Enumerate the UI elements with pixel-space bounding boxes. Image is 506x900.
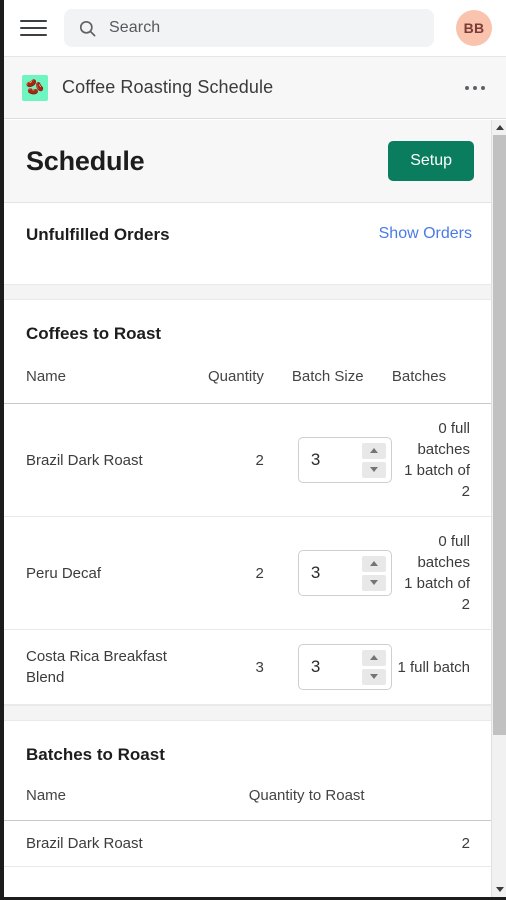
stepper-buttons (361, 551, 391, 595)
chevron-up-icon (369, 561, 378, 566)
batches-line-1: 1 full batch (397, 658, 470, 676)
stepper-buttons (361, 438, 391, 482)
chevron-up-icon (369, 655, 378, 660)
table-header-row: Name Quantity to Roast (4, 765, 492, 821)
cell-quantity: 2 (186, 403, 264, 517)
table-row: Costa Rica Breakfast Blend 3 3 1 full ba… (4, 629, 492, 705)
section-divider (4, 284, 492, 300)
section-divider (4, 705, 492, 721)
page-content: Schedule Setup Unfulfilled Orders Show O… (4, 120, 492, 867)
app-title-bar: 🫘 Coffee Roasting Schedule (4, 57, 506, 119)
batch-size-input[interactable]: 3 (299, 438, 361, 482)
table-header-row: Name Quantity Batch Size Batches (4, 344, 492, 404)
batches-to-roast-section: Batches to Roast Name Quantity to Roast … (4, 721, 492, 867)
vertical-scrollbar[interactable] (491, 120, 506, 897)
cell-batches: 0 full batches 1 batch of 2 (391, 403, 492, 517)
table-body: Brazil Dark Roast 2 3 0 full batches 1 b… (4, 403, 492, 705)
batch-size-stepper[interactable]: 3 (297, 437, 392, 483)
batch-size-input[interactable]: 3 (299, 551, 361, 595)
table-header: Name Quantity to Roast (4, 765, 492, 821)
schedule-header-card: Schedule Setup Unfulfilled Orders Show O… (4, 120, 492, 284)
table-row: Brazil Dark Roast 2 (4, 820, 492, 867)
search-placeholder-text: Search (109, 19, 161, 36)
scroll-area: Schedule Setup Unfulfilled Orders Show O… (4, 120, 506, 897)
page-title: Schedule (26, 145, 145, 176)
stepper-increment-button[interactable] (361, 555, 386, 572)
search-icon (78, 19, 97, 38)
more-options-icon[interactable] (460, 75, 490, 101)
chevron-down-icon (369, 467, 378, 472)
cell-batch-size: 3 (263, 516, 392, 630)
batches-line-1: 0 full batches (417, 533, 470, 571)
cell-coffee-name: Costa Rica Breakfast Blend (4, 629, 186, 705)
show-orders-link[interactable]: Show Orders (379, 225, 472, 243)
column-header-quantity-to-roast: Quantity to Roast (248, 765, 492, 821)
stepper-buttons (361, 645, 391, 689)
cell-coffee-name: Peru Decaf (4, 516, 186, 630)
kebab-dot (481, 85, 485, 90)
app-window: Search BB 🫘 Coffee Roasting Schedule Sch… (0, 0, 506, 900)
batch-size-stepper[interactable]: 3 (297, 550, 392, 596)
table-body: Brazil Dark Roast 2 (4, 820, 492, 867)
chevron-up-icon (369, 448, 378, 453)
coffees-to-roast-table: Name Quantity Batch Size Batches Brazil … (4, 344, 492, 705)
stepper-decrement-button[interactable] (361, 574, 386, 591)
table-header: Name Quantity Batch Size Batches (4, 344, 492, 404)
scroll-down-arrow-icon[interactable] (492, 882, 506, 897)
hamburger-line (20, 20, 47, 22)
batches-line-2: 1 batch of 2 (404, 575, 470, 613)
triangle-down-icon (495, 887, 504, 892)
coffees-to-roast-title: Coffees to Roast (26, 324, 162, 343)
cell-batches: 1 full batch (391, 629, 492, 705)
stepper-increment-button[interactable] (361, 442, 386, 459)
scroll-up-arrow-icon[interactable] (492, 120, 506, 135)
table-row: Peru Decaf 2 3 0 full batches 1 batch of… (4, 516, 492, 630)
schedule-header: Schedule Setup (4, 120, 492, 203)
column-header-quantity: Quantity (186, 344, 264, 404)
cell-quantity-to-roast: 2 (248, 820, 492, 867)
hamburger-line (20, 27, 47, 29)
batch-size-stepper[interactable]: 3 (297, 644, 392, 690)
column-header-batches: Batches (391, 344, 492, 404)
top-bar: Search BB (4, 0, 506, 57)
hamburger-line (20, 34, 47, 36)
table-row: Brazil Dark Roast 2 3 0 full batches 1 b… (4, 403, 492, 517)
batches-to-roast-title: Batches to Roast (26, 745, 165, 764)
triangle-up-icon (495, 125, 504, 130)
cell-batch-size: 3 (263, 403, 392, 517)
cell-quantity: 3 (186, 629, 264, 705)
coffee-bean-icon: 🫘 (22, 74, 48, 101)
setup-button[interactable]: Setup (388, 141, 474, 181)
unfulfilled-orders-title: Unfulfilled Orders (26, 225, 170, 244)
chevron-down-icon (369, 674, 378, 679)
cell-coffee-name: Brazil Dark Roast (4, 403, 186, 517)
coffees-to-roast-section: Coffees to Roast Name Quantity Batch Siz… (4, 300, 492, 705)
hamburger-menu-icon[interactable] (18, 15, 48, 41)
stepper-decrement-button[interactable] (361, 668, 386, 685)
unfulfilled-orders-section: Unfulfilled Orders Show Orders (4, 203, 492, 284)
batch-size-input[interactable]: 3 (299, 645, 361, 689)
stepper-increment-button[interactable] (361, 649, 386, 666)
batches-line-2: 1 batch of 2 (404, 462, 470, 500)
avatar[interactable]: BB (456, 10, 492, 46)
column-header-batch-size: Batch Size (263, 344, 392, 404)
batches-to-roast-table: Name Quantity to Roast Brazil Dark Roast… (4, 765, 492, 867)
app-title: Coffee Roasting Schedule (62, 77, 274, 97)
column-header-name: Name (4, 344, 186, 404)
column-header-name: Name (4, 765, 249, 821)
search-input[interactable]: Search (64, 9, 434, 47)
kebab-dot (465, 85, 469, 90)
cell-batch-name: Brazil Dark Roast (4, 820, 249, 867)
chevron-down-icon (369, 580, 378, 585)
cell-batches: 0 full batches 1 batch of 2 (391, 516, 492, 630)
kebab-dot (473, 85, 477, 90)
scrollbar-thumb[interactable] (493, 135, 506, 735)
cell-quantity: 2 (186, 516, 264, 630)
batches-line-1: 0 full batches (417, 420, 470, 458)
cell-batch-size: 3 (263, 629, 392, 705)
stepper-decrement-button[interactable] (361, 461, 386, 478)
